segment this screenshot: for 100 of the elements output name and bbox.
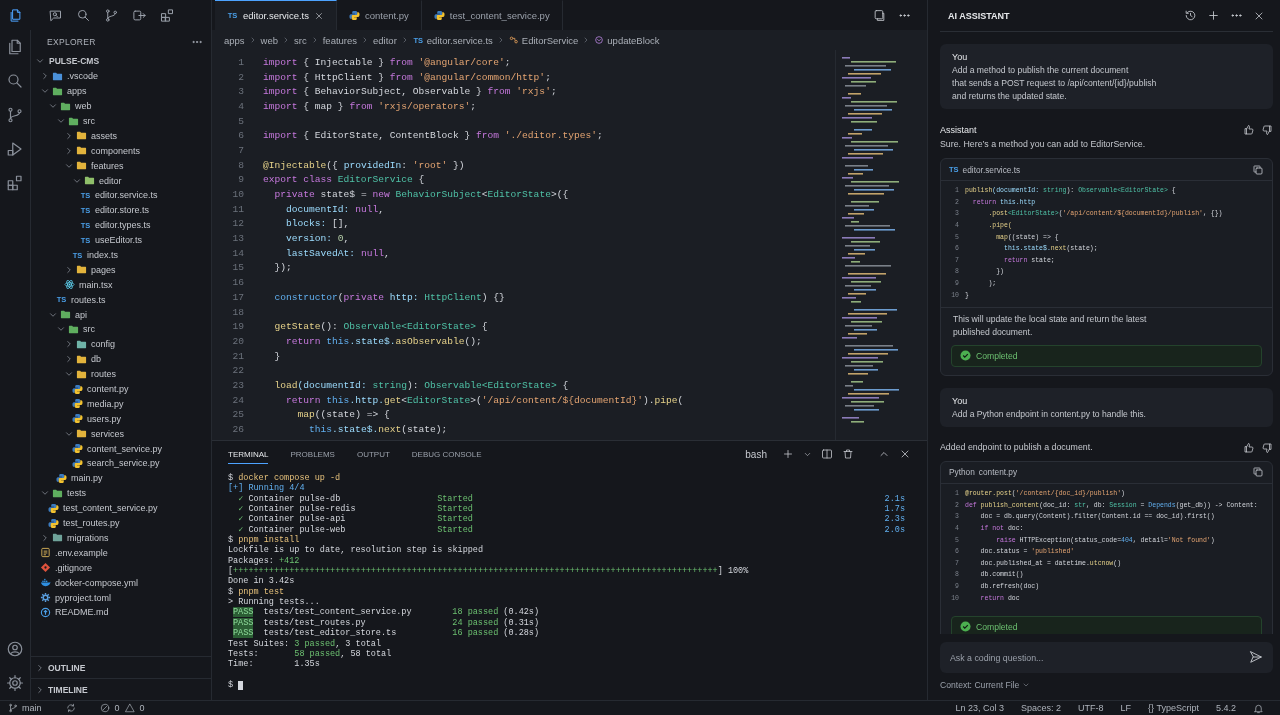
split-editor-icon[interactable] — [873, 8, 886, 22]
folder-item[interactable]: src — [31, 113, 211, 129]
folder-item[interactable]: migrations — [31, 530, 211, 546]
source-control-icon[interactable] — [103, 7, 119, 23]
file-item[interactable]: users.py — [31, 411, 211, 427]
file-item[interactable]: .env.example — [31, 545, 211, 561]
line-number: 8 — [237, 159, 244, 171]
bell-icon[interactable] — [1253, 702, 1264, 714]
context-selector[interactable]: Context: Current File — [940, 680, 1031, 690]
terminal-line: PASS tests/test_content_service.py 18 passed (0.42s) — [232, 607, 540, 618]
editor-tab[interactable]: test_content_service.py — [421, 0, 563, 30]
panel-tab[interactable]: DEBUG CONSOLE — [411, 444, 482, 464]
folder-item[interactable]: web — [31, 98, 211, 114]
folder-item[interactable]: db — [31, 351, 211, 367]
file-item[interactable]: README.md — [31, 604, 211, 620]
status-item[interactable]: LF — [1120, 703, 1132, 713]
folder-item[interactable]: components — [31, 143, 211, 159]
file-item[interactable]: main.tsx — [31, 277, 211, 293]
panel-tab[interactable]: OUTPUT — [356, 444, 390, 464]
line-number: 26 — [231, 424, 244, 436]
files-icon[interactable] — [6, 38, 24, 56]
folder-item[interactable]: apps — [31, 83, 211, 99]
status-item[interactable]: {} TypeScript — [1148, 703, 1199, 713]
folder-item[interactable]: api — [31, 307, 211, 323]
branch-indicator[interactable]: main — [8, 703, 42, 713]
breadcrumb-item[interactable]: apps — [224, 34, 245, 46]
section-header[interactable]: OUTLINE — [31, 656, 211, 678]
source-control-icon[interactable] — [6, 106, 24, 124]
folder-item[interactable]: tests — [31, 485, 211, 501]
thumb-up-icon[interactable] — [1243, 124, 1255, 136]
breadcrumb-item[interactable]: editor — [373, 34, 397, 46]
thumb-down-icon[interactable] — [1261, 441, 1273, 454]
files-icon[interactable] — [7, 7, 23, 23]
folder-item[interactable]: assets — [31, 128, 211, 144]
line-number: 19 — [231, 321, 244, 333]
breadcrumb-item[interactable]: features — [322, 34, 358, 46]
chat-input-field[interactable]: Ask a coding question... — [940, 642, 1273, 673]
breadcrumb-item[interactable]: web — [260, 34, 279, 46]
line-number: 14 — [231, 247, 244, 259]
status-item[interactable]: 5.4.2 — [1215, 703, 1236, 713]
chat-icon[interactable] — [47, 7, 63, 23]
file-item[interactable]: .gitignore — [31, 560, 211, 576]
file-item[interactable]: search_service.py — [31, 456, 211, 471]
plus-icon[interactable] — [1207, 9, 1220, 22]
file-item[interactable]: content.py — [31, 381, 211, 397]
folder-item[interactable]: features — [31, 158, 211, 174]
line-number: 9 — [237, 174, 244, 186]
folder-item[interactable]: pages — [31, 262, 211, 278]
account-icon[interactable] — [6, 640, 24, 658]
file-item[interactable]: pyproject.toml — [31, 590, 211, 605]
file-item[interactable]: docker-compose.yml — [31, 575, 211, 591]
folder-item[interactable]: src — [31, 322, 211, 337]
settings-icon[interactable] — [6, 674, 24, 692]
file-item[interactable]: media.py — [31, 396, 211, 412]
search-icon[interactable] — [6, 72, 24, 90]
plus-icon[interactable] — [782, 448, 794, 460]
remote-icon[interactable] — [131, 7, 147, 23]
close-icon[interactable] — [899, 448, 911, 460]
folder-item[interactable]: .vscode — [31, 68, 211, 84]
sync-icon[interactable] — [65, 703, 76, 713]
line-number: 12 — [231, 218, 244, 230]
status-item[interactable]: Ln 23, Col 3 — [955, 703, 1005, 713]
run-debug-icon[interactable] — [6, 140, 24, 158]
close-icon[interactable] — [314, 10, 324, 21]
folder-item[interactable]: config — [31, 336, 211, 352]
file-item[interactable]: main.py — [31, 470, 211, 486]
folder-item[interactable]: services — [31, 426, 211, 442]
message-text: Added endpoint to publish a document. — [940, 441, 1093, 455]
breadcrumb-item[interactable]: editor.service.ts — [426, 34, 493, 46]
breadcrumb-item[interactable]: EditorService — [521, 34, 579, 46]
copy-icon[interactable] — [1252, 466, 1264, 479]
section-header[interactable]: TIMELINE — [31, 678, 211, 700]
send-icon[interactable] — [1249, 650, 1263, 664]
folder-item[interactable]: routes — [31, 366, 211, 382]
project-item[interactable]: PULSE-CMS — [31, 54, 211, 69]
copy-icon[interactable] — [1252, 163, 1264, 176]
search-icon[interactable] — [75, 7, 91, 23]
terminal-name[interactable]: bash — [745, 448, 767, 460]
file-item[interactable]: test_content_service.py — [31, 500, 211, 516]
line-number: 2 — [237, 71, 244, 83]
split-icon[interactable] — [821, 448, 833, 460]
history-icon[interactable] — [1184, 9, 1197, 22]
editor-tab[interactable]: content.py — [337, 0, 422, 30]
trash-icon[interactable] — [842, 448, 854, 460]
thumb-up-icon[interactable] — [1243, 441, 1255, 454]
file-item[interactable]: test_routes.py — [31, 515, 211, 531]
panel-tab[interactable]: PROBLEMS — [290, 444, 335, 464]
panel-tab[interactable]: TERMINAL — [228, 444, 269, 464]
breadcrumb-item[interactable]: updateBlock — [607, 34, 660, 46]
code-line: getState(): Observable<EditorState> { — [273, 321, 488, 333]
status-item[interactable]: UTF-8 — [1078, 703, 1104, 713]
file-item[interactable]: content_service.py — [31, 441, 211, 457]
extensions-icon[interactable] — [159, 7, 175, 23]
status-item[interactable]: Spaces: 2 — [1021, 703, 1062, 713]
error-icon[interactable] — [99, 703, 110, 713]
warning-icon[interactable] — [124, 703, 135, 713]
extensions-icon[interactable] — [6, 174, 24, 192]
thumb-down-icon[interactable] — [1261, 124, 1273, 136]
folder-item[interactable]: editor — [31, 173, 211, 188]
breadcrumb-item[interactable]: src — [294, 34, 307, 46]
